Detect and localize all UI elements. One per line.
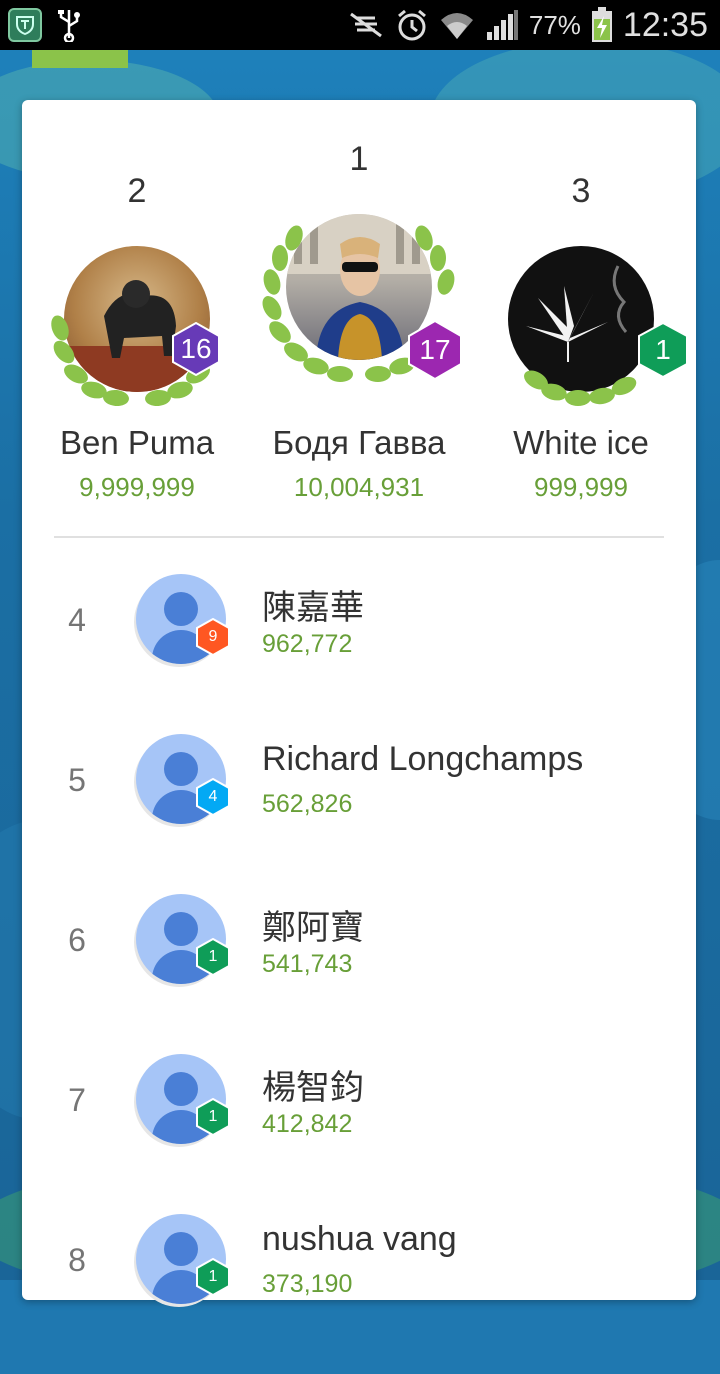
level-hexagon-icon: 1 (196, 937, 230, 977)
level-number: 1 (655, 334, 671, 365)
rank-number: 4 (68, 602, 86, 638)
level-number: 1 (208, 948, 218, 965)
usb-icon (56, 8, 82, 42)
level-number: 17 (419, 334, 451, 365)
player-name: White ice (513, 424, 649, 461)
rank-number: 6 (68, 922, 86, 958)
podium-rank: 1 (349, 140, 369, 178)
podium-rank: 2 (127, 172, 147, 210)
player-score: 999,999 (534, 472, 628, 502)
clock: 12:35 (622, 5, 708, 44)
level-number: 9 (208, 628, 218, 645)
podium-rank: 3 (571, 172, 591, 210)
level-number: 1 (208, 1108, 218, 1125)
status-bar: 77% 12:35 (0, 0, 720, 50)
player-name: Ben Puma (59, 424, 215, 461)
list-item[interactable]: 8 1 nushua vang 373,190 (22, 1214, 696, 1374)
podium: 2 16 Ben Puma 9,999,999 1 17 Бодя Гавва … (22, 100, 696, 510)
divider (54, 536, 664, 538)
rank-number: 5 (68, 762, 86, 798)
player-name: 鄭阿寶 (262, 909, 364, 947)
player-score: 10,004,931 (293, 472, 425, 502)
background-tab (32, 48, 128, 68)
player-score: 412,842 (262, 1110, 353, 1138)
level-hexagon-icon: 16 (172, 321, 220, 377)
podium-third[interactable]: 3 1 White ice 999,999 (466, 100, 696, 510)
player-name: 楊智鈞 (262, 1069, 364, 1107)
silent-icon (347, 10, 385, 40)
podium-second[interactable]: 2 16 Ben Puma 9,999,999 (22, 100, 252, 510)
battery-charging-icon (591, 7, 613, 43)
player-name: Richard Longchamps (262, 740, 584, 778)
leaderboard-card: 2 16 Ben Puma 9,999,999 1 17 Бодя Гавва … (22, 100, 696, 1304)
level-number: 16 (180, 333, 212, 364)
level-hexagon-icon: 9 (196, 617, 230, 657)
wifi-icon (439, 10, 475, 40)
list-item[interactable]: 5 4 Richard Longchamps 562,826 (22, 734, 696, 894)
rank-number: 7 (68, 1082, 86, 1118)
level-number: 4 (208, 788, 218, 805)
level-hexagon-icon: 1 (638, 321, 688, 379)
player-score: 9,999,999 (79, 472, 195, 502)
list-item[interactable]: 7 1 楊智鈞 412,842 (22, 1054, 696, 1214)
player-score: 541,743 (262, 950, 353, 978)
alarm-icon (395, 8, 429, 42)
podium-first[interactable]: 1 17 Бодя Гавва 10,004,931 (244, 100, 474, 510)
player-score: 373,190 (262, 1270, 353, 1298)
list-item[interactable]: 6 1 鄭阿寶 541,743 (22, 894, 696, 1054)
level-number: 1 (208, 1268, 218, 1285)
player-name: 陳嘉華 (262, 589, 364, 627)
player-score: 962,772 (262, 630, 353, 658)
level-hexagon-icon: 4 (196, 777, 230, 817)
level-hexagon-icon: 1 (196, 1097, 230, 1137)
player-score: 562,826 (262, 790, 353, 818)
level-hexagon-icon: 1 (196, 1257, 230, 1297)
shield-icon (8, 8, 42, 42)
battery-percent: 77% (528, 9, 581, 40)
signal-icon (485, 10, 519, 40)
player-name: Бодя Гавва (272, 424, 446, 461)
level-hexagon-icon: 17 (408, 319, 462, 381)
rank-number: 8 (68, 1242, 86, 1278)
list-item[interactable]: 4 9 陳嘉華 962,772 (22, 574, 696, 734)
player-name: nushua vang (262, 1220, 457, 1258)
